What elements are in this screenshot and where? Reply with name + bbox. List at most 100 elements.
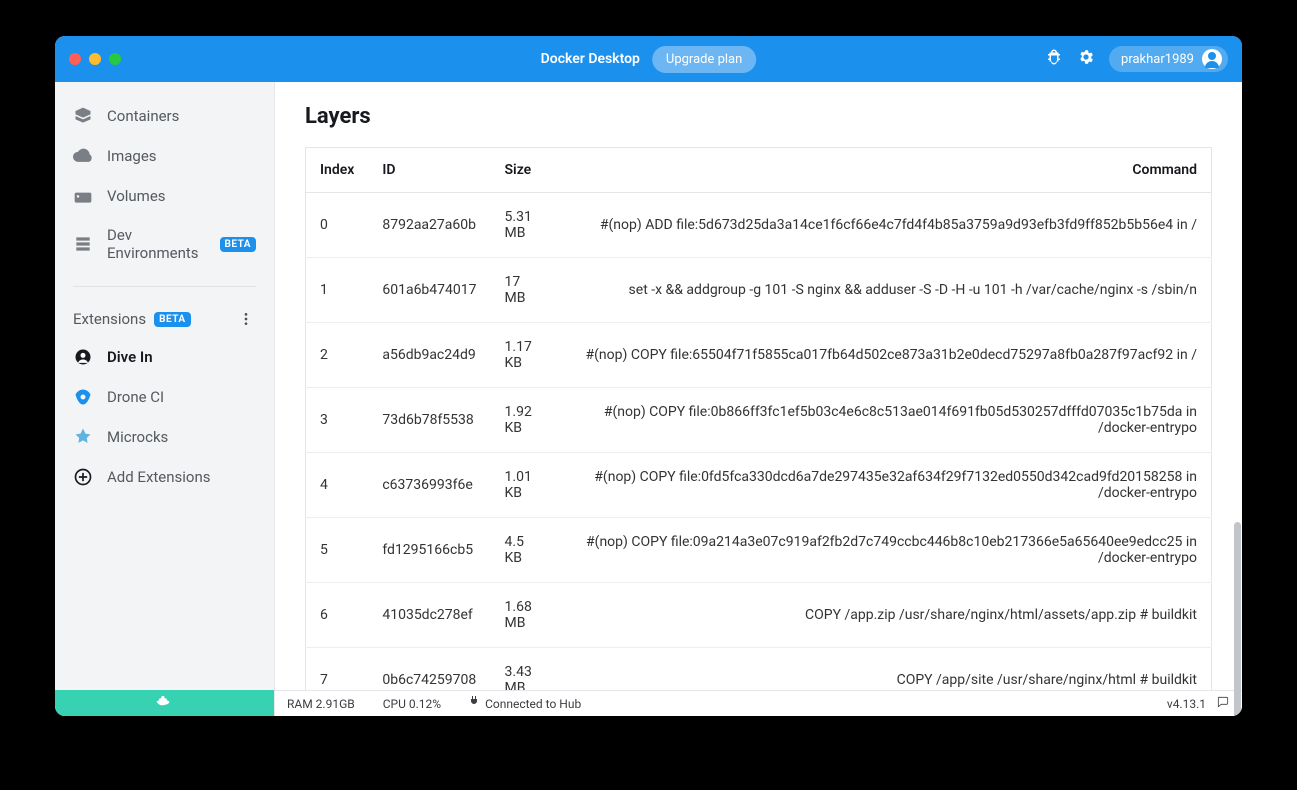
table-row[interactable]: 7 0b6c74259708 3.43 MB COPY /app/site /u… [306, 648, 1212, 691]
sidebar-item-label: Containers [107, 107, 179, 125]
docker-whale-icon [155, 693, 175, 713]
cell-size: 1.17 KB [491, 323, 551, 388]
extension-microcks[interactable]: Microcks [55, 417, 274, 457]
extension-label: Dive In [107, 348, 153, 366]
cell-command: COPY /app/site /usr/share/nginx/html # b… [551, 648, 1212, 691]
table-row[interactable]: 4 c63736993f6e 1.01 KB #(nop) COPY file:… [306, 453, 1212, 518]
col-header-size[interactable]: Size [491, 148, 551, 193]
feedback-icon[interactable] [1216, 695, 1230, 712]
cell-id: 601a6b474017 [368, 258, 490, 323]
maximize-window-button[interactable] [109, 53, 121, 65]
status-version: v4.13.1 [1167, 697, 1206, 711]
cell-index: 5 [306, 518, 369, 583]
avatar-icon [1202, 49, 1222, 69]
extension-label: Microcks [107, 428, 168, 446]
cell-size: 5.31 MB [491, 193, 551, 258]
sidebar-item-volumes[interactable]: Volumes [55, 176, 274, 216]
extensions-menu-icon[interactable] [236, 309, 256, 329]
cell-command: #(nop) COPY file:65504f71f5855ca017fb64d… [551, 323, 1212, 388]
cell-id: 0b6c74259708 [368, 648, 490, 691]
add-icon [73, 467, 93, 487]
cell-command: #(nop) COPY file:09a214a3e07c919af2fb2d7… [551, 518, 1212, 583]
status-cpu: CPU 0.12% [383, 697, 441, 711]
cell-id: 8792aa27a60b [368, 193, 490, 258]
cell-id: a56db9ac24d9 [368, 323, 490, 388]
cell-index: 2 [306, 323, 369, 388]
cell-size: 17 MB [491, 258, 551, 323]
cell-size: 1.68 MB [491, 583, 551, 648]
beta-badge: BETA [154, 312, 191, 327]
add-extensions-label: Add Extensions [107, 468, 211, 486]
content-scroll[interactable]: Layers Index ID Size Command [275, 82, 1242, 690]
dive-in-icon [73, 347, 93, 367]
images-icon [73, 146, 93, 166]
upgrade-plan-button[interactable]: Upgrade plan [652, 46, 756, 73]
volumes-icon [73, 186, 93, 206]
cell-id: 73d6b78f5538 [368, 388, 490, 453]
cell-index: 1 [306, 258, 369, 323]
add-extensions-button[interactable]: Add Extensions [55, 457, 274, 497]
app-window: Docker Desktop Upgrade plan prakhar1989 … [55, 36, 1242, 716]
scrollbar-thumb[interactable] [1234, 522, 1241, 716]
status-hub: Connected to Hub [469, 696, 581, 711]
status-bar: RAM 2.91GB CPU 0.12% Connected to Hub v4… [275, 690, 1242, 716]
containers-icon [73, 106, 93, 126]
table-row[interactable]: 2 a56db9ac24d9 1.17 KB #(nop) COPY file:… [306, 323, 1212, 388]
cell-index: 4 [306, 453, 369, 518]
extension-label: Drone CI [107, 388, 164, 406]
extension-drone-ci[interactable]: Drone CI [55, 377, 274, 417]
microcks-icon [73, 427, 93, 447]
titlebar: Docker Desktop Upgrade plan prakhar1989 [55, 36, 1242, 82]
cell-command: COPY /app.zip /usr/share/nginx/html/asse… [551, 583, 1212, 648]
col-header-index[interactable]: Index [306, 148, 369, 193]
minimize-window-button[interactable] [89, 53, 101, 65]
sidebar-footer[interactable] [55, 690, 274, 716]
cell-index: 7 [306, 648, 369, 691]
window-controls [69, 53, 121, 65]
user-menu[interactable]: prakhar1989 [1109, 46, 1228, 72]
extension-dive-in[interactable]: Dive In [55, 337, 274, 377]
sidebar-item-images[interactable]: Images [55, 136, 274, 176]
sidebar: Containers Images Volumes Dev Environmen… [55, 82, 275, 716]
extensions-header-label: Extensions [73, 310, 146, 328]
sidebar-item-containers[interactable]: Containers [55, 96, 274, 136]
table-row[interactable]: 3 73d6b78f5538 1.92 KB #(nop) COPY file:… [306, 388, 1212, 453]
page-title: Layers [305, 104, 1212, 129]
cell-size: 3.43 MB [491, 648, 551, 691]
bug-icon[interactable] [1045, 48, 1063, 70]
layers-table: Index ID Size Command 0 8792aa27a60b 5.3… [305, 147, 1212, 690]
status-ram: RAM 2.91GB [287, 697, 355, 711]
cell-size: 1.92 KB [491, 388, 551, 453]
close-window-button[interactable] [69, 53, 81, 65]
cell-command: #(nop) ADD file:5d673d25da3a14ce1f6cf66e… [551, 193, 1212, 258]
status-hub-label: Connected to Hub [485, 697, 581, 711]
col-header-id[interactable]: ID [368, 148, 490, 193]
sidebar-item-dev-environments[interactable]: Dev Environments BETA [55, 216, 274, 272]
drone-ci-icon [73, 387, 93, 407]
sidebar-item-label: Dev Environments [107, 226, 206, 262]
table-row[interactable]: 5 fd1295166cb5 4.5 KB #(nop) COPY file:0… [306, 518, 1212, 583]
username-label: prakhar1989 [1121, 52, 1194, 67]
sidebar-divider [73, 286, 256, 287]
table-header-row: Index ID Size Command [306, 148, 1212, 193]
cell-command: #(nop) COPY file:0fd5fca330dcd6a7de29743… [551, 453, 1212, 518]
cell-size: 4.5 KB [491, 518, 551, 583]
table-row[interactable]: 0 8792aa27a60b 5.31 MB #(nop) ADD file:5… [306, 193, 1212, 258]
dev-environments-icon [73, 234, 93, 254]
sidebar-item-label: Images [107, 147, 157, 165]
settings-icon[interactable] [1077, 48, 1095, 70]
cell-index: 6 [306, 583, 369, 648]
sidebar-item-label: Volumes [107, 187, 166, 205]
cell-index: 3 [306, 388, 369, 453]
cell-id: c63736993f6e [368, 453, 490, 518]
cell-command: set -x && addgroup -g 101 -S nginx && ad… [551, 258, 1212, 323]
cell-id: fd1295166cb5 [368, 518, 490, 583]
table-row[interactable]: 1 601a6b474017 17 MB set -x && addgroup … [306, 258, 1212, 323]
col-header-command[interactable]: Command [551, 148, 1212, 193]
cell-size: 1.01 KB [491, 453, 551, 518]
beta-badge: BETA [220, 237, 257, 252]
extensions-header: Extensions BETA [55, 301, 274, 337]
cell-index: 0 [306, 193, 369, 258]
plug-icon [469, 696, 479, 711]
table-row[interactable]: 6 41035dc278ef 1.68 MB COPY /app.zip /us… [306, 583, 1212, 648]
